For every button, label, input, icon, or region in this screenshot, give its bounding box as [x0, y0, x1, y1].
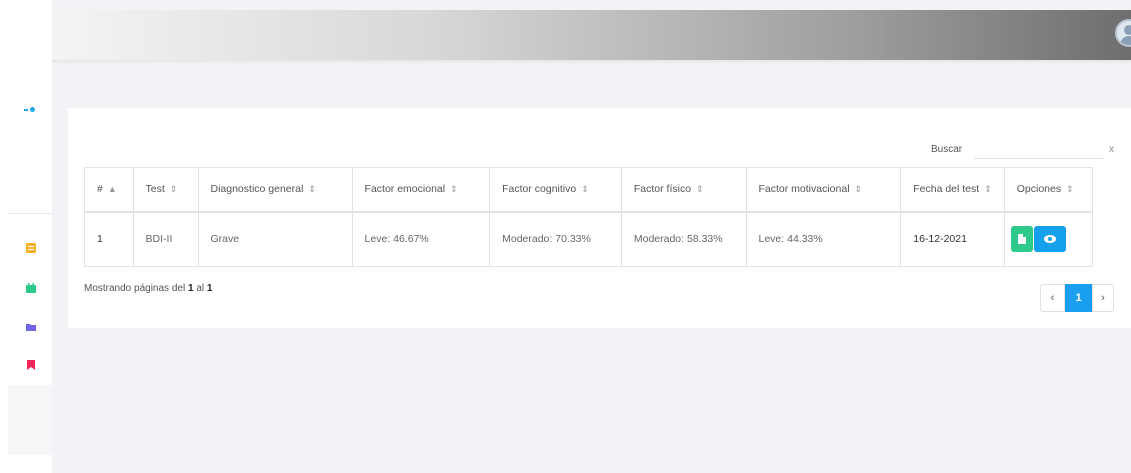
cell-fisico: Moderado: 58.33% — [620, 211, 747, 267]
prev-page-button[interactable]: ‹ — [1040, 284, 1065, 312]
col-header-diagnostico[interactable]: Diagnostico general ⇕ — [197, 167, 353, 213]
cell-test: BDI-II — [132, 211, 199, 267]
table-header-row: # ▲ Test ⇕ Diagnostico general ⇕ Factor emo… — [84, 167, 1094, 213]
col-header-emocional[interactable]: Factor emocional ⇕ — [351, 167, 491, 213]
pdf-file-icon — [1017, 234, 1026, 245]
list-icon[interactable] — [26, 243, 36, 253]
pagination-info: Mostrando páginas del 1 al 1 — [84, 283, 213, 294]
cell-cognitivo: Moderado: 70.33% — [489, 211, 622, 267]
menu-toggle-icon[interactable] — [24, 107, 38, 113]
page-1-button[interactable]: 1 — [1065, 284, 1092, 312]
search-label: Buscar — [931, 144, 963, 155]
cell-emocional: Leve: 46.67% — [351, 211, 491, 267]
sort-icon: ⇕ — [581, 184, 589, 195]
top-navbar — [52, 10, 1131, 64]
results-table: # ▲ Test ⇕ Diagnostico general ⇕ Factor emo… — [84, 167, 1094, 267]
bookmark-icon[interactable] — [26, 360, 36, 370]
cell-diagnostico: Grave — [197, 211, 353, 267]
pdf-download-button[interactable] — [1010, 226, 1033, 253]
col-header-fecha[interactable]: Fecha del test ⇕ — [900, 167, 1005, 213]
sort-icon: ⇕ — [984, 184, 992, 195]
col-header-num[interactable]: # ▲ — [84, 167, 134, 213]
search-clear-button[interactable]: x — [1109, 144, 1114, 155]
search-box: Buscar x — [931, 143, 1121, 159]
cell-num: 1 — [84, 211, 134, 267]
cell-fecha: 16-12-2021 — [900, 211, 1005, 267]
sort-icon: ⇕ — [696, 184, 704, 195]
sort-icon: ⇕ — [308, 184, 316, 195]
sidebar-footer — [8, 385, 52, 455]
table-row: 1 BDI-II Grave Leve: 46.67% Moderado: 70… — [84, 211, 1094, 267]
pagination: ‹ 1 › — [1040, 284, 1114, 312]
calendar-icon[interactable] — [26, 283, 36, 293]
sort-asc-icon: ▲ — [107, 184, 117, 195]
view-button[interactable] — [1033, 226, 1066, 253]
folder-icon[interactable] — [26, 322, 36, 332]
sidebar — [0, 0, 52, 473]
search-input[interactable] — [974, 143, 1104, 159]
sidebar-divider — [8, 213, 52, 214]
col-header-motivacional[interactable]: Factor motivacional ⇕ — [745, 167, 902, 213]
sort-icon: ⇕ — [1066, 184, 1074, 195]
next-page-button[interactable]: › — [1092, 284, 1114, 312]
col-header-fisico[interactable]: Factor físico ⇕ — [620, 167, 747, 213]
cell-opciones — [1003, 211, 1094, 267]
col-header-cognitivo[interactable]: Factor cognitivo ⇕ — [489, 167, 622, 213]
eye-icon — [1043, 235, 1056, 244]
sort-icon: ⇕ — [169, 184, 178, 195]
cell-motivacional: Leve: 44.33% — [745, 211, 902, 267]
sort-icon: ⇕ — [450, 184, 458, 195]
col-header-opciones[interactable]: Opciones ⇕ — [1003, 167, 1094, 213]
sort-icon: ⇕ — [854, 184, 863, 195]
col-header-test[interactable]: Test ⇕ — [132, 167, 199, 213]
